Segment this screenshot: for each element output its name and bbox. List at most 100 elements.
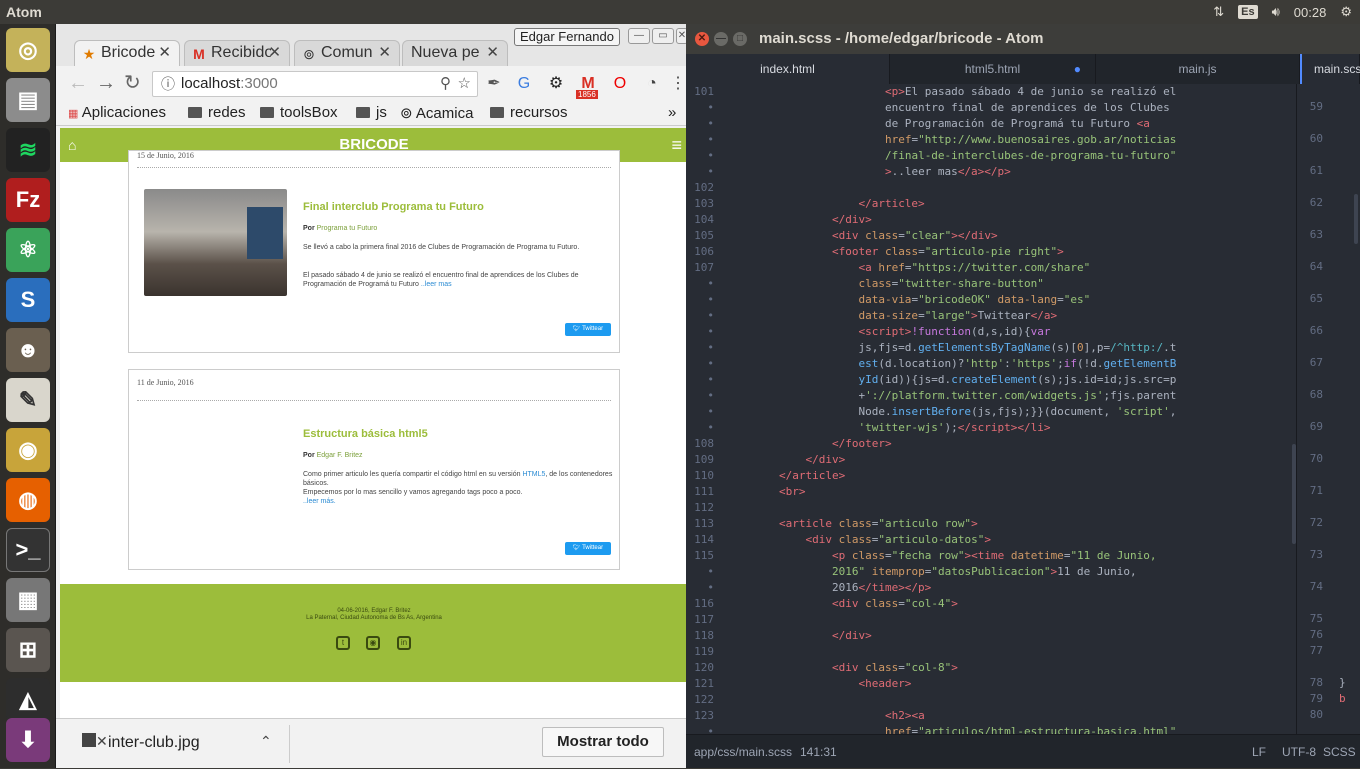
chrome-icon[interactable]: ◉: [6, 428, 50, 472]
split-pane-main-scss[interactable]: 59 60 61 62 63 64 65 66 67 68 69 70 71 72 73 74 75 76 77 78…: [1296, 84, 1360, 734]
installer-icon[interactable]: ⬇: [6, 718, 50, 762]
tab-comun[interactable]: ⊚ Comun ✕: [294, 40, 400, 66]
tab-new[interactable]: Nueva pe ✕: [402, 40, 508, 66]
back-arrow-icon[interactable]: ←: [68, 73, 88, 93]
close-icon[interactable]: ✕: [158, 43, 171, 61]
filezilla-icon[interactable]: Fz: [6, 178, 50, 222]
encoding[interactable]: UTF-8: [1282, 735, 1316, 769]
maximize-button[interactable]: ▭: [652, 28, 674, 44]
clock[interactable]: 00:28: [1294, 5, 1327, 20]
file-path[interactable]: app/css/main.scss: [694, 735, 792, 769]
network-icon[interactable]: ⇅: [1213, 4, 1224, 20]
article-text: El pasado sábado 4 de junio se realizó e…: [303, 272, 579, 288]
system-monitor-icon[interactable]: ◭: [6, 678, 50, 722]
active-app-name: Atom: [6, 4, 42, 20]
terminal-icon[interactable]: >_: [6, 528, 50, 572]
tweet-button[interactable]: 🐦︎ Twittear: [565, 323, 611, 336]
tab-html5-html[interactable]: html5.html ●: [890, 54, 1096, 84]
close-icon[interactable]: ✕: [486, 43, 499, 61]
read-more-link[interactable]: ..leer más.: [303, 498, 336, 505]
keyboard-layout-indicator[interactable]: Es: [1238, 5, 1258, 19]
grammar[interactable]: SCSS: [1323, 735, 1356, 769]
close-icon[interactable]: ✕: [268, 43, 281, 61]
gauge-icon[interactable]: ◔: [642, 75, 662, 93]
bookmark-acamica[interactable]: ⊚ Acamica: [400, 104, 473, 122]
address-bar[interactable]: ⓘ localhost:3000 ⚲ ☆: [152, 71, 478, 97]
bookmark-recursos[interactable]: recursos: [490, 104, 568, 121]
top-panel: Atom ⇅ Es 🔊︎ 00:28 ⚙: [0, 0, 1360, 24]
files-icon[interactable]: ▤: [6, 78, 50, 122]
volume-icon[interactable]: 🔊︎: [1272, 4, 1280, 20]
workspaces-icon[interactable]: ⊞: [6, 628, 50, 672]
gimp-icon[interactable]: ☻: [6, 328, 50, 372]
url-port: :3000: [240, 75, 278, 92]
tweet-button[interactable]: 🐦︎ Twittear: [565, 542, 611, 555]
maximize-button[interactable]: □: [733, 32, 747, 46]
eyedropper-icon[interactable]: ✒: [484, 75, 504, 93]
zoom-icon[interactable]: ⚲: [440, 72, 451, 96]
tab-gmail[interactable]: M Recibido ✕: [184, 40, 290, 66]
tab-index-html[interactable]: index.html: [686, 54, 890, 84]
scrollbar[interactable]: [1354, 194, 1358, 244]
tab-bricode[interactable]: ★ Bricode ✕: [74, 40, 180, 66]
text-editor-icon[interactable]: ✎: [6, 378, 50, 422]
web-page: ⌂ BRICODE ≡ 15 de Junio, 2016 Final inte…: [60, 128, 688, 718]
tab-strip: ★ Bricode ✕ M Recibido ✕ ⊚ Comun ✕ Nueva…: [56, 24, 688, 66]
more-bookmarks-icon[interactable]: »: [668, 104, 676, 121]
article-author: Por Edgar F. Britez: [303, 452, 363, 459]
code-editor[interactable]: 101 • • • • • 102 103 104 105 106 107 • • • • • • • • • • 1…: [686, 84, 1296, 734]
cursor-position[interactable]: 141:31: [800, 735, 837, 769]
tab-label: Recibido: [211, 44, 271, 61]
linkedin-icon[interactable]: in: [397, 636, 411, 650]
html5-link[interactable]: HTML5: [522, 471, 545, 478]
forward-arrow-icon[interactable]: →: [96, 73, 116, 93]
reload-icon[interactable]: ↻: [124, 73, 141, 93]
article-author: Por Programa tu Futuro: [303, 225, 378, 232]
settings-gear-icon[interactable]: ⚙: [546, 75, 566, 93]
twitter-icon[interactable]: t: [336, 636, 350, 650]
spotify-icon[interactable]: ≋: [6, 128, 50, 172]
opera-icon[interactable]: O: [610, 75, 630, 93]
close-icon[interactable]: ✕: [96, 733, 684, 749]
translate-icon[interactable]: G: [514, 75, 534, 93]
tab-label: Nueva pe: [411, 44, 480, 61]
tab-label: Comun: [321, 44, 373, 61]
footer-credit: 04-06-2016, Edgar F. Britez: [337, 608, 411, 614]
bookmark-star-icon[interactable]: ☆: [458, 72, 471, 96]
hamburger-menu-icon[interactable]: ≡: [671, 128, 682, 162]
bookmark-js[interactable]: js: [356, 104, 387, 121]
folder-icon: [490, 107, 504, 118]
author-link[interactable]: Edgar F. Britez: [317, 452, 363, 459]
chrome-window: ★ Bricode ✕ M Recibido ✕ ⊚ Comun ✕ Nueva…: [56, 24, 688, 768]
menu-dots-icon[interactable]: ⋮: [668, 75, 688, 93]
tab-main-js[interactable]: main.js: [1096, 54, 1300, 84]
atom-icon[interactable]: ⚛: [6, 228, 50, 272]
dash-icon[interactable]: ◎: [6, 28, 50, 72]
article-title[interactable]: Estructura básica html5: [303, 428, 428, 440]
calculator-icon[interactable]: ▦: [6, 578, 50, 622]
editor-tabs: index.html html5.html● main.js main.scss: [686, 54, 1360, 84]
article-photo[interactable]: [144, 189, 287, 296]
author-link[interactable]: Programa tu Futuro: [317, 225, 378, 232]
article-card: 11 de Junio, 2016 Estructura básica html…: [128, 369, 620, 570]
bookmark-redes[interactable]: redes: [188, 104, 246, 121]
github-icon[interactable]: ◉: [366, 636, 380, 650]
settings-gear-icon[interactable]: ⚙: [1340, 4, 1352, 20]
tab-main-scss[interactable]: main.scss: [1300, 54, 1360, 84]
window-title: ✕ — □ main.scss - /home/edgar/bricode - …: [686, 24, 1360, 54]
bookmark-aplicaciones[interactable]: ▦ Aplicaciones: [68, 104, 166, 121]
article-title[interactable]: Final interclub Programa tu Futuro: [303, 201, 484, 213]
home-icon[interactable]: ⌂: [68, 128, 76, 162]
read-more-link[interactable]: ..leer mas: [421, 281, 452, 288]
line-ending[interactable]: LF: [1252, 735, 1266, 769]
profile-button[interactable]: Edgar Fernando: [514, 28, 620, 46]
firefox-icon[interactable]: ◍: [6, 478, 50, 522]
close-icon[interactable]: ✕: [378, 43, 391, 61]
minimize-button[interactable]: —: [628, 28, 650, 44]
minimize-button[interactable]: —: [714, 32, 728, 46]
info-icon[interactable]: ⓘ: [161, 72, 175, 96]
simplenote-icon[interactable]: S: [6, 278, 50, 322]
bookmark-toolsbox[interactable]: toolsBox: [260, 104, 338, 121]
close-window-button[interactable]: ✕: [695, 32, 709, 46]
status-bar: app/css/main.scss 141:31 LF UTF-8 SCSS: [686, 734, 1360, 768]
